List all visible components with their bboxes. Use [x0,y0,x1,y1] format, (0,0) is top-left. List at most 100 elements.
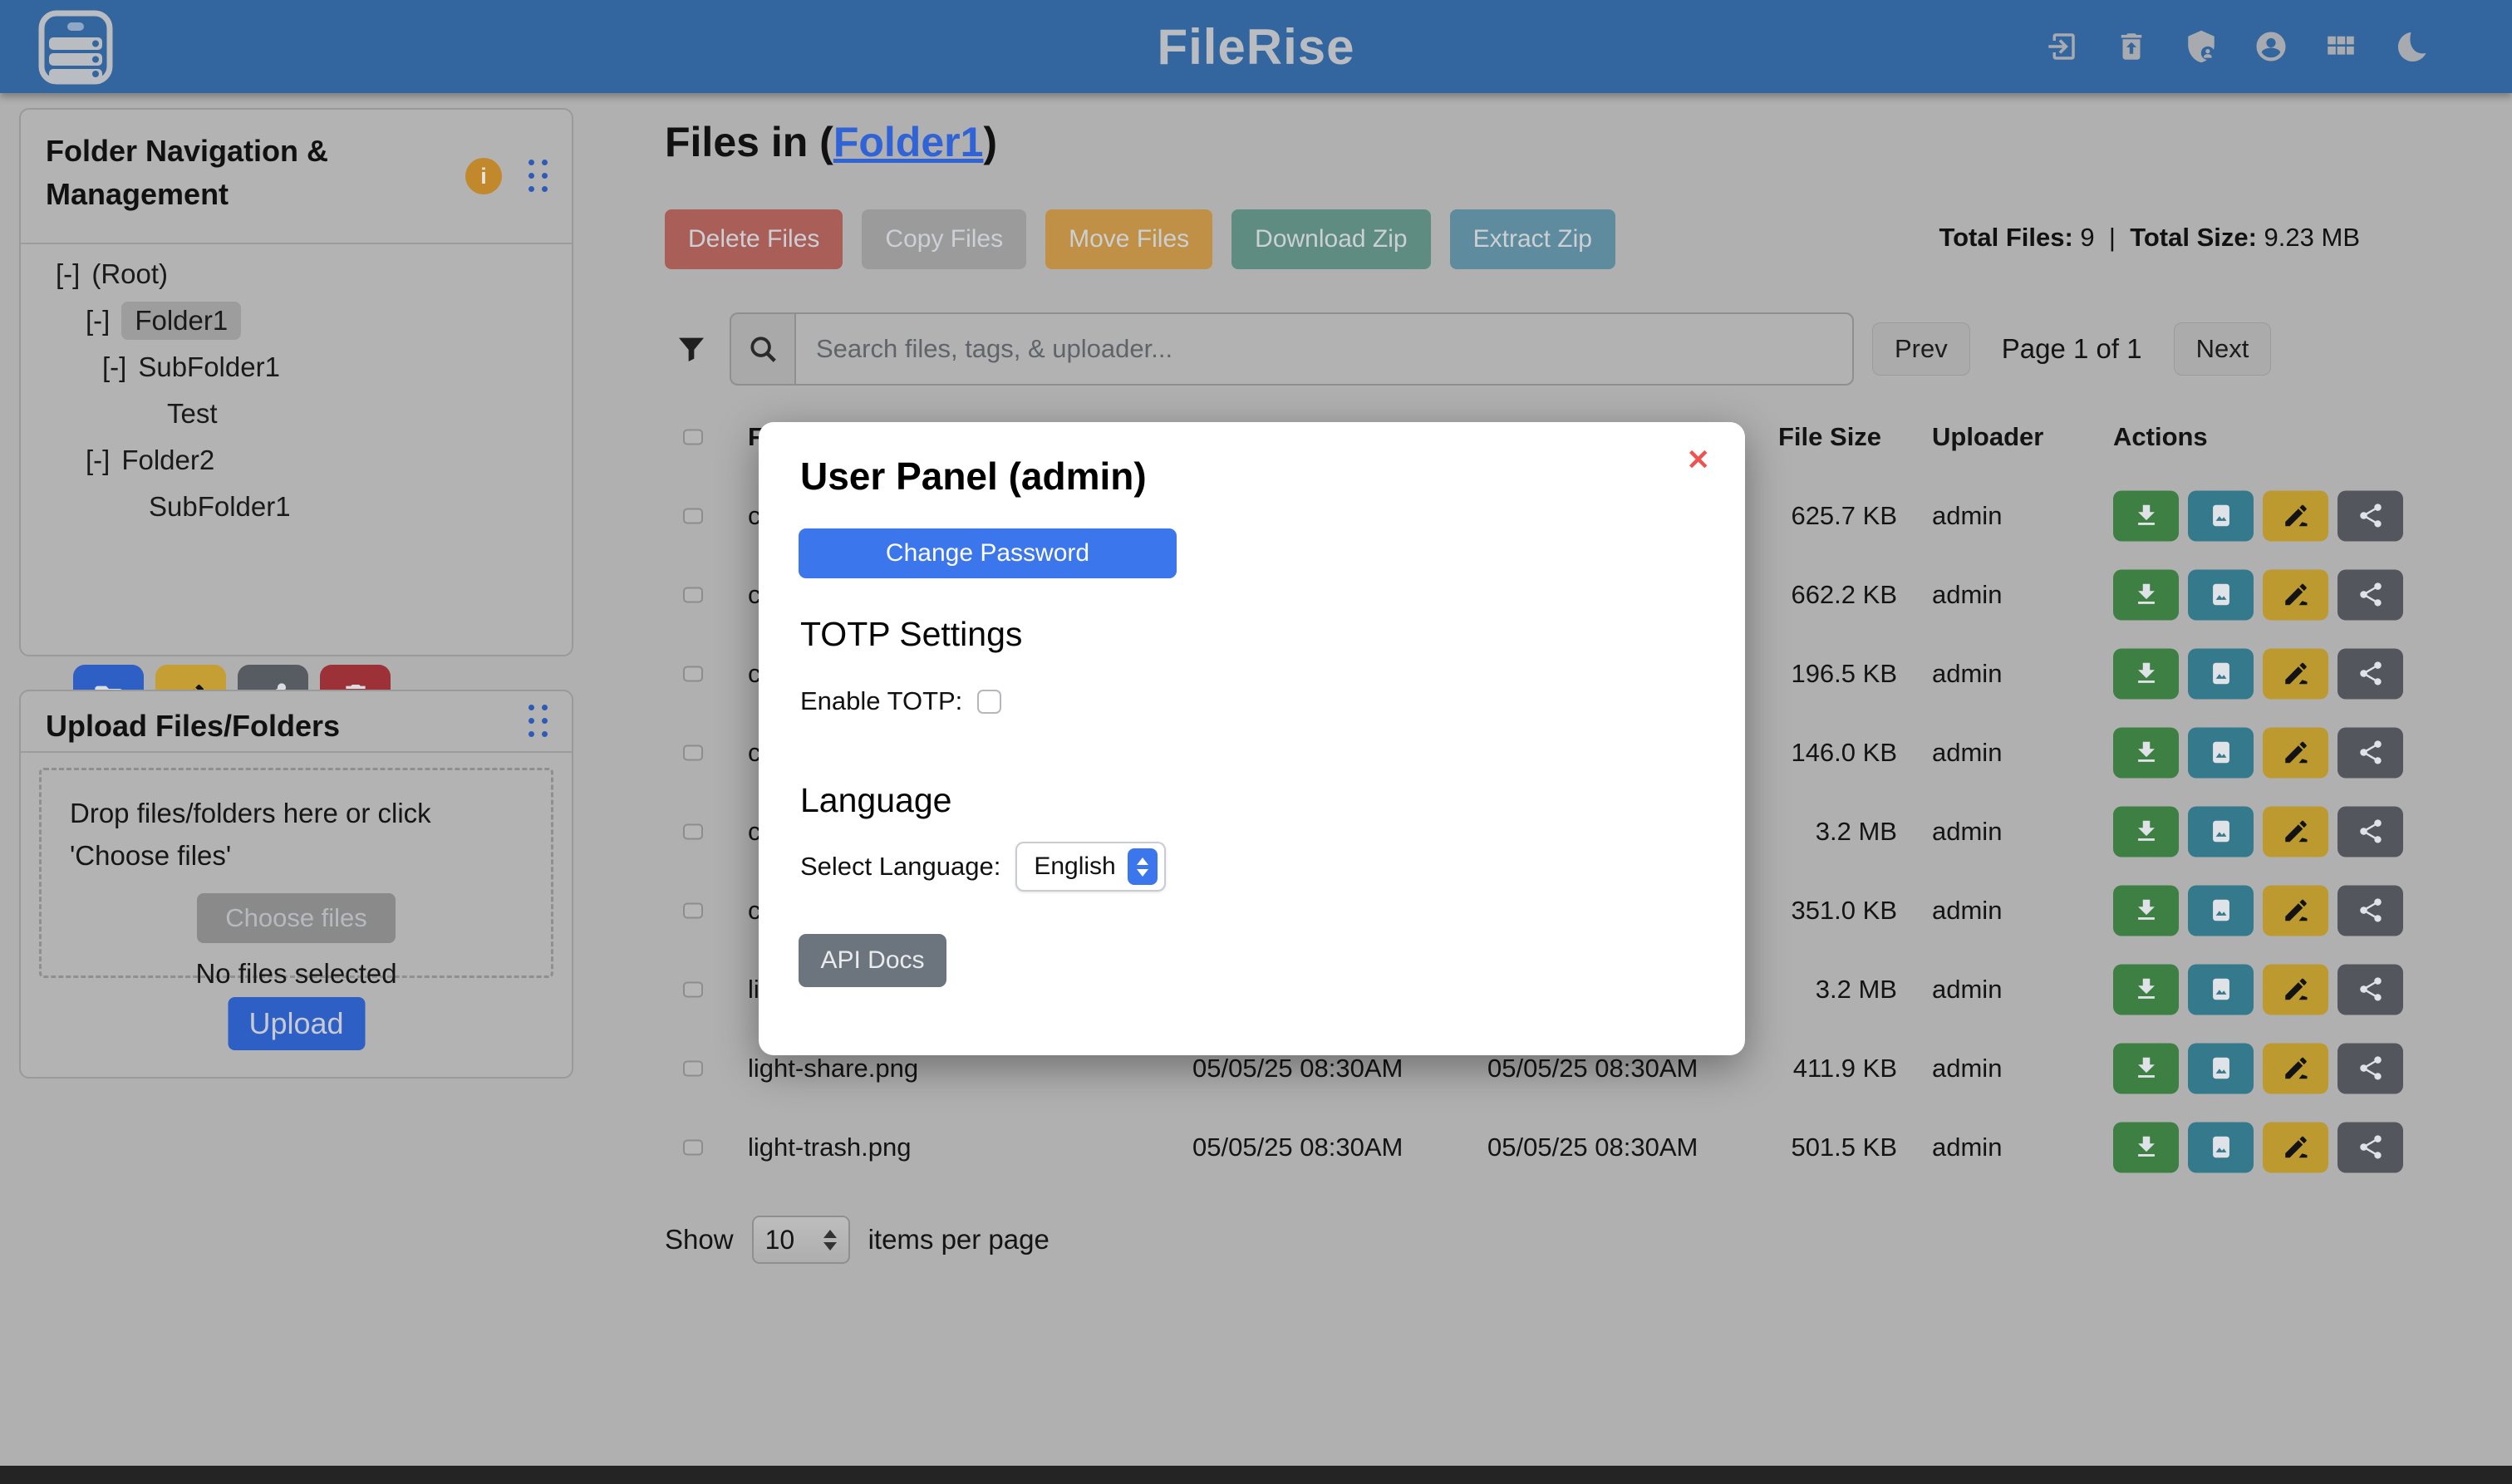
move-files-button[interactable]: Move Files [1045,209,1212,269]
share-file-button[interactable] [2337,648,2403,699]
drag-handle-icon[interactable] [528,160,548,194]
search-input[interactable] [794,312,1854,386]
logout-icon[interactable] [2043,28,2080,65]
preview-image-button[interactable] [2188,806,2254,857]
upload-card-header: Upload Files/Folders [21,691,572,753]
file-name[interactable]: light-trash.png [748,1133,911,1162]
rename-file-button[interactable] [2263,727,2328,778]
upload-button[interactable]: Upload [228,997,365,1050]
tree-item-subfolder1[interactable]: [-]SubFolder1 [21,344,572,391]
rename-file-button[interactable] [2263,806,2328,857]
rename-file-button[interactable] [2263,1043,2328,1093]
file-name[interactable]: li [748,975,759,1005]
row-checkbox[interactable] [683,1060,703,1076]
row-checkbox[interactable] [683,744,703,760]
download-file-button[interactable] [2113,1043,2179,1093]
rename-file-button[interactable] [2263,964,2328,1015]
row-checkbox[interactable] [683,981,703,997]
download-file-button[interactable] [2113,964,2179,1015]
uploader: admin [1932,580,2002,610]
close-icon[interactable]: ✕ [1687,444,1711,477]
preview-image-button[interactable] [2188,885,2254,936]
tree-item-root[interactable]: [-](Root) [21,251,572,297]
prev-page-button[interactable]: Prev [1872,322,1970,376]
preview-image-button[interactable] [2188,648,2254,699]
no-files-selected-text: No files selected [70,958,523,990]
uploader: admin [1932,896,2002,926]
download-file-button[interactable] [2113,490,2179,541]
trash-restore-icon[interactable] [2113,28,2150,65]
download-file-button[interactable] [2113,1122,2179,1172]
tree-item-folder1[interactable]: [-]Folder1 [21,297,572,344]
preview-image-button[interactable] [2188,569,2254,620]
header-actions: Actions [2113,422,2208,452]
download-file-button[interactable] [2113,885,2179,936]
api-docs-button[interactable]: API Docs [799,934,946,987]
header-uploader[interactable]: Uploader [1932,422,2043,452]
current-folder-link[interactable]: Folder1 [833,119,984,165]
rename-file-button[interactable] [2263,648,2328,699]
admin-shield-icon[interactable] [2183,28,2220,65]
rename-file-button[interactable] [2263,1122,2328,1172]
row-checkbox[interactable] [683,666,703,681]
copy-files-button[interactable]: Copy Files [862,209,1026,269]
download-file-button[interactable] [2113,806,2179,857]
share-file-button[interactable] [2337,885,2403,936]
folder-tree: [-](Root) [-]Folder1 [-]SubFolder1 Test … [21,251,572,530]
tree-item-subfolder1-2[interactable]: SubFolder1 [21,484,572,530]
file-size: 662.2 KB [1778,580,1897,610]
filter-funnel-icon[interactable] [675,332,708,366]
row-checkbox[interactable] [683,1139,703,1155]
drag-handle-icon[interactable] [528,705,548,740]
change-password-button[interactable]: Change Password [799,528,1177,578]
rename-file-button[interactable] [2263,885,2328,936]
tree-item-folder2[interactable]: [-]Folder2 [21,437,572,484]
select-all-checkbox[interactable] [683,429,703,445]
file-dropzone[interactable]: Drop files/folders here or click 'Choose… [39,768,553,978]
preview-image-button[interactable] [2188,1122,2254,1172]
preview-image-button[interactable] [2188,964,2254,1015]
rename-file-button[interactable] [2263,569,2328,620]
share-file-button[interactable] [2337,1043,2403,1093]
apps-grid-icon[interactable] [2323,28,2359,65]
row-actions [2113,1122,2403,1172]
bottom-bar [0,1466,2512,1484]
row-checkbox[interactable] [683,587,703,602]
share-file-button[interactable] [2337,727,2403,778]
preview-image-button[interactable] [2188,727,2254,778]
preview-image-button[interactable] [2188,490,2254,541]
row-actions [2113,806,2403,857]
dark-mode-moon-icon[interactable] [2392,28,2429,65]
tree-item-test[interactable]: Test [21,391,572,437]
row-checkbox[interactable] [683,823,703,839]
uploader: admin [1932,817,2002,847]
folder-navigation-card: Folder Navigation & Management i [-](Roo… [19,108,573,656]
extract-zip-button[interactable]: Extract Zip [1450,209,1615,269]
row-checkbox[interactable] [683,902,703,918]
upload-card-title: Upload Files/Folders [46,705,340,748]
preview-image-button[interactable] [2188,1043,2254,1093]
header-file-size[interactable]: File Size [1778,422,1897,452]
choose-files-button[interactable]: Choose files [197,893,396,943]
language-select[interactable]: English [1015,842,1165,892]
enable-totp-checkbox[interactable] [977,690,1001,714]
next-page-button[interactable]: Next [2174,322,2272,376]
share-file-button[interactable] [2337,806,2403,857]
download-file-button[interactable] [2113,569,2179,620]
download-file-button[interactable] [2113,648,2179,699]
delete-files-button[interactable]: Delete Files [665,209,843,269]
share-file-button[interactable] [2337,1122,2403,1172]
row-checkbox[interactable] [683,508,703,523]
rename-file-button[interactable] [2263,490,2328,541]
info-icon[interactable]: i [465,158,502,194]
items-per-page-select[interactable]: 10 [752,1216,850,1264]
file-name[interactable]: light-share.png [748,1054,918,1084]
download-zip-button[interactable]: Download Zip [1231,209,1430,269]
user-account-icon[interactable] [2253,28,2289,65]
share-file-button[interactable] [2337,569,2403,620]
share-file-button[interactable] [2337,490,2403,541]
download-file-button[interactable] [2113,727,2179,778]
row-actions [2113,964,2403,1015]
share-file-button[interactable] [2337,964,2403,1015]
search-icon [730,312,794,386]
